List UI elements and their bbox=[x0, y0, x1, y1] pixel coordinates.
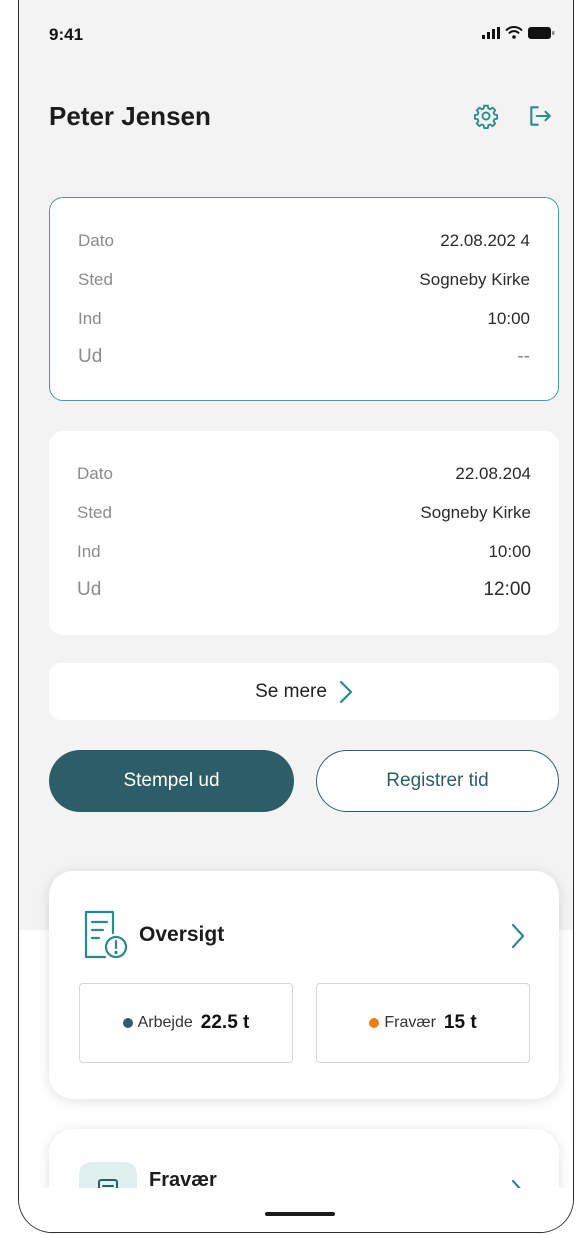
time-entry-card[interactable]: Dato 22.08.204 Sted Sogneby Kirke Ind 10… bbox=[49, 431, 559, 635]
overview-title: Oversigt bbox=[139, 923, 225, 946]
wifi-icon bbox=[505, 26, 523, 39]
stat-work: Arbejde 22.5 t bbox=[79, 983, 293, 1063]
stat-label: Fravær bbox=[384, 1014, 436, 1031]
entry-row-date: Dato 22.08.204 bbox=[77, 464, 531, 484]
status-time: 9:41 bbox=[49, 25, 84, 44]
entry-label: Sted bbox=[77, 503, 112, 522]
overview-card[interactable]: Oversigt Arbejde 22.5 t Fravær 15 t bbox=[49, 871, 559, 1099]
battery-icon bbox=[528, 26, 555, 39]
entry-row-location: Sted Sogneby Kirke bbox=[78, 270, 530, 290]
register-time-button[interactable]: Registrer tid bbox=[316, 750, 559, 812]
entry-value: Sogneby Kirke bbox=[420, 503, 531, 522]
entry-label: Ind bbox=[78, 309, 102, 328]
status-icons bbox=[482, 26, 555, 39]
entry-value: 10:00 bbox=[488, 542, 531, 561]
gear-icon bbox=[473, 104, 499, 129]
entry-value: 22.08.204 bbox=[455, 464, 531, 483]
entry-row-in: Ind 10:00 bbox=[77, 542, 531, 562]
chevron-right-icon[interactable] bbox=[511, 923, 525, 949]
entry-label: Ind bbox=[77, 542, 101, 561]
stat-label: Arbejde bbox=[137, 1014, 193, 1031]
entry-value: 12:00 bbox=[483, 579, 531, 600]
settings-button[interactable] bbox=[471, 100, 501, 132]
entry-label: Dato bbox=[77, 464, 113, 483]
status-bar: 9:41 bbox=[19, 0, 573, 60]
document-alert-icon bbox=[84, 910, 128, 959]
entry-row-in: Ind 10:00 bbox=[78, 309, 530, 329]
entry-value: 10:00 bbox=[487, 309, 530, 328]
entry-row-date: Dato 22.08.202 4 bbox=[78, 231, 530, 251]
entry-row-out: Ud -- bbox=[78, 346, 530, 368]
stat-absence: Fravær 15 t bbox=[316, 983, 530, 1063]
time-entry-card-active[interactable]: Dato 22.08.202 4 Sted Sogneby Kirke Ind … bbox=[49, 197, 559, 401]
entry-row-location: Sted Sogneby Kirke bbox=[77, 503, 531, 523]
signal-icon bbox=[482, 26, 500, 39]
entry-label: Ud bbox=[77, 579, 102, 600]
entry-label: Ud bbox=[78, 346, 103, 367]
stat-value: 15 t bbox=[443, 1012, 477, 1033]
user-name: Peter Jensen bbox=[49, 101, 211, 131]
home-indicator-area bbox=[19, 1188, 573, 1232]
phone-frame: 9:41 Peter Jensen Dato 22.08.202 4 Sted … bbox=[18, 0, 574, 1233]
entry-value: -- bbox=[517, 346, 530, 367]
chevron-right-icon bbox=[339, 680, 353, 703]
work-dot-icon bbox=[122, 1018, 133, 1028]
entry-row-out: Ud 12:00 bbox=[77, 579, 531, 601]
home-indicator[interactable] bbox=[265, 1212, 335, 1216]
entry-label: Sted bbox=[78, 270, 113, 289]
logout-icon bbox=[530, 106, 551, 126]
see-more-button[interactable]: Se mere bbox=[49, 663, 559, 720]
stat-value: 22.5 t bbox=[200, 1012, 250, 1033]
logout-button[interactable] bbox=[525, 100, 555, 132]
entry-value: 22.08.202 4 bbox=[440, 231, 530, 250]
absence-dot-icon bbox=[369, 1018, 380, 1028]
see-more-label: Se mere bbox=[255, 680, 327, 702]
clock-out-button[interactable]: Stempel ud bbox=[49, 750, 294, 812]
entry-label: Dato bbox=[78, 231, 114, 250]
entry-value: Sogneby Kirke bbox=[419, 270, 530, 289]
